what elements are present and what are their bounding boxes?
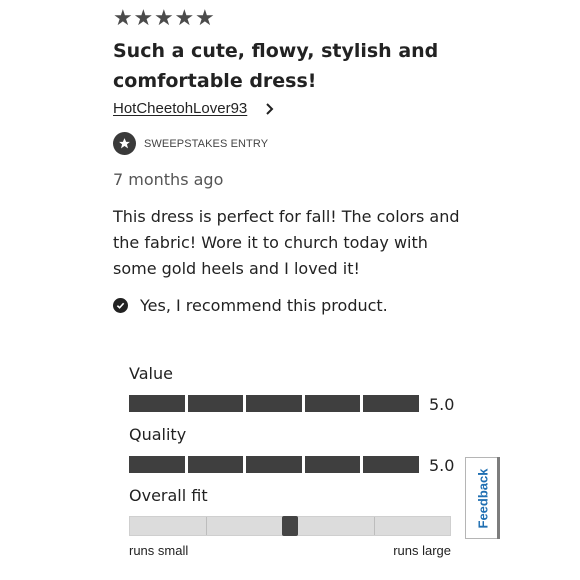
- fit-scale-tick: [374, 517, 375, 535]
- star-icon: ★: [154, 5, 174, 30]
- fit-scale-tick: [206, 517, 207, 535]
- fit-max-label: runs large: [393, 543, 451, 558]
- bar-segment: [187, 395, 244, 412]
- fit-min-label: runs small: [129, 543, 189, 558]
- fit-indicator: [282, 516, 298, 536]
- feedback-tab[interactable]: Feedback: [465, 457, 499, 539]
- author-name[interactable]: HotCheetohLover93: [113, 100, 247, 117]
- author-link[interactable]: HotCheetohLover93: [113, 100, 277, 117]
- star-icon: ★: [195, 5, 215, 30]
- star-rating: ★ ★ ★ ★ ★: [113, 7, 215, 29]
- quality-score: 5.0: [429, 456, 455, 475]
- review-body: This dress is perfect for fall! The colo…: [113, 207, 460, 278]
- quality-rating-bar: [129, 456, 419, 473]
- bar-segment: [129, 395, 185, 412]
- star-icon: ★: [133, 5, 154, 30]
- badge-label: SWEEPSTAKES ENTRY: [144, 137, 269, 150]
- star-icon: ★: [174, 5, 195, 30]
- recommend-statement: Yes, I recommend this product.: [113, 296, 388, 315]
- value-score: 5.0: [429, 395, 455, 414]
- check-circle-icon: [113, 298, 128, 313]
- bar-segment: [304, 395, 361, 412]
- bar-segment: [363, 395, 419, 412]
- fit-label: Overall fit: [129, 486, 208, 505]
- review-title: Such a cute, flowy, stylish and comforta…: [113, 40, 439, 92]
- star-badge-icon: [113, 132, 136, 155]
- review-date: 7 months ago: [113, 170, 224, 189]
- bar-segment: [246, 395, 302, 412]
- recommend-text: Yes, I recommend this product.: [140, 296, 388, 315]
- feedback-tab-edge: [497, 457, 500, 539]
- chevron-right-icon[interactable]: [263, 102, 277, 116]
- star-icon: ★: [113, 5, 133, 30]
- sweepstakes-badge: SWEEPSTAKES ENTRY: [113, 132, 268, 155]
- bar-segment: [246, 456, 302, 473]
- feedback-label[interactable]: Feedback: [475, 468, 490, 528]
- bar-segment: [187, 456, 244, 473]
- bar-segment: [304, 456, 361, 473]
- value-rating-bar: [129, 395, 419, 412]
- value-label: Value: [129, 364, 173, 383]
- bar-segment: [363, 456, 419, 473]
- bar-segment: [129, 456, 185, 473]
- quality-label: Quality: [129, 425, 187, 444]
